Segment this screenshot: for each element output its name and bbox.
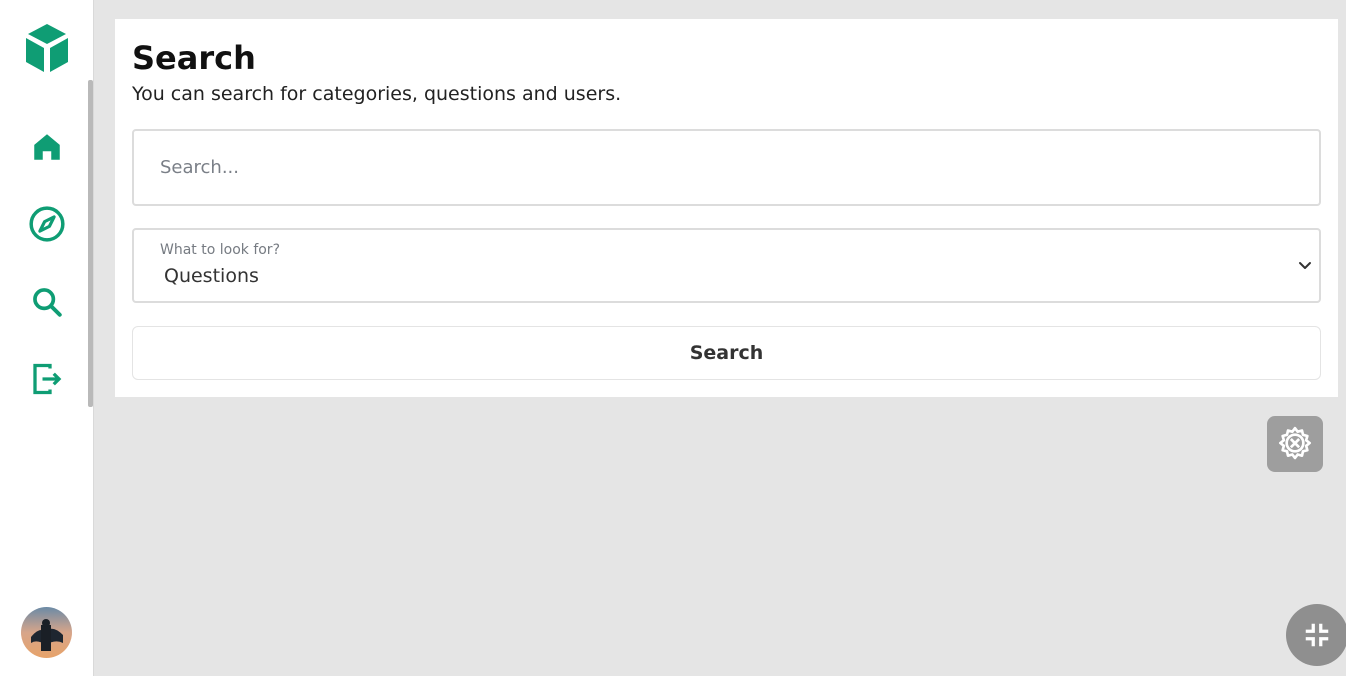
search-button[interactable]: Search: [132, 326, 1321, 380]
sidebar-item-search[interactable]: [26, 281, 68, 323]
sidebar-scrollbar[interactable]: [88, 80, 93, 407]
search-type-select[interactable]: What to look for? Questions: [132, 228, 1321, 303]
cube-icon[interactable]: [24, 22, 70, 74]
sidebar: [0, 0, 94, 676]
chevron-down-icon: [1299, 262, 1311, 269]
gear-tools-icon: [1279, 426, 1311, 460]
search-type-label: What to look for?: [160, 242, 280, 258]
search-card: Search You can search for categories, qu…: [115, 19, 1338, 397]
search-input[interactable]: [132, 129, 1321, 206]
tools-button[interactable]: [1267, 416, 1323, 472]
compass-icon: [29, 206, 65, 242]
collapse-icon: [1305, 623, 1329, 647]
search-type-value: Questions: [164, 265, 259, 287]
sidebar-item-home[interactable]: [26, 126, 68, 168]
sidebar-item-explore[interactable]: [26, 203, 68, 245]
page-title: Search: [132, 39, 256, 77]
collapse-button[interactable]: [1286, 604, 1346, 666]
home-icon: [34, 134, 60, 160]
search-icon: [33, 288, 62, 317]
user-avatar[interactable]: [21, 607, 72, 658]
logout-icon: [33, 363, 62, 395]
sidebar-item-logout[interactable]: [26, 358, 68, 400]
page-subtitle: You can search for categories, questions…: [132, 83, 622, 105]
